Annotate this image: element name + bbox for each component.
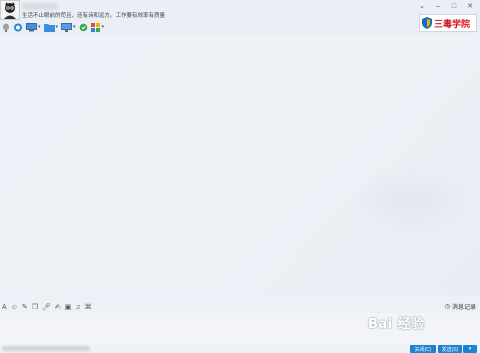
watermark-text: Bai 经验 (368, 317, 425, 332)
watermark-logo: Bai 经验 (368, 313, 425, 332)
status-text-blurred (2, 346, 90, 351)
input-toolbar: A ☺ ✎ ❐ 🎤︎ ✍ ▣ ♫ ⌘ (2, 302, 92, 312)
close-button[interactable]: 关闭(C) (410, 345, 436, 353)
screen-share-icon[interactable]: ▾ (61, 22, 76, 32)
edit-icon[interactable]: ✍ (55, 303, 61, 311)
shield-logo-icon (422, 17, 432, 29)
file-transfer-icon[interactable]: ▾ (43, 22, 58, 32)
send-button[interactable]: 发送(S) (438, 345, 462, 353)
avatar[interactable] (0, 0, 20, 20)
font-icon[interactable]: A (2, 304, 7, 311)
window-controls: ⌄ – □ ✕ (414, 0, 478, 12)
ad-banner[interactable]: 三毒学院 (419, 14, 477, 32)
close-icon[interactable]: ✕ (462, 0, 478, 12)
message-history-button[interactable]: ◷ 消息记录 (445, 302, 476, 311)
remote-desktop-icon[interactable]: ▾ (26, 22, 41, 32)
personal-signature: 生活不止眼前的苟且，还有诗和远方。工作要有效率有质量 (22, 13, 166, 19)
image-icon[interactable]: ▣ (65, 303, 72, 311)
banner-text: 三毒学院 (434, 18, 471, 29)
maximize-icon[interactable]: □ (446, 0, 462, 12)
message-area[interactable] (0, 35, 480, 295)
emoji-icon[interactable]: ☺ (11, 304, 18, 311)
chevron-down-icon[interactable]: ⌄ (414, 0, 430, 12)
background-watermark (350, 165, 470, 235)
title-bar: 生活不止眼前的苟且，还有诗和远方。工作要有效率有质量 ⌄ – □ ✕ (0, 0, 480, 21)
app-icon[interactable] (79, 22, 88, 32)
status-bar (0, 345, 480, 353)
chevron-down-icon: ▾ (468, 346, 472, 352)
voice-call-icon[interactable] (13, 22, 23, 32)
minimize-icon[interactable]: – (430, 0, 446, 12)
contact-name-blurred (22, 3, 58, 10)
history-label: 消息记录 (451, 305, 476, 311)
window-icon[interactable]: ❐ (32, 303, 38, 311)
chat-window: 生活不止眼前的苟且，还有诗和远方。工作要有效率有质量 ⌄ – □ ✕ 三毒学院 … (0, 0, 480, 353)
microphone-icon[interactable]: 🎤︎ (42, 303, 51, 311)
chat-toolbar: ▾ ▾ ▾ ▾ (2, 21, 104, 33)
send-options-button[interactable]: ▾ (463, 345, 477, 353)
webcam-icon[interactable] (2, 22, 10, 32)
shake-icon[interactable]: ⌘ (85, 303, 92, 311)
scissors-icon[interactable]: ✎ (22, 303, 28, 311)
music-icon[interactable]: ♫ (75, 304, 80, 311)
clock-icon: ◷ (444, 304, 450, 310)
more-apps-icon[interactable]: ▾ (90, 22, 104, 32)
